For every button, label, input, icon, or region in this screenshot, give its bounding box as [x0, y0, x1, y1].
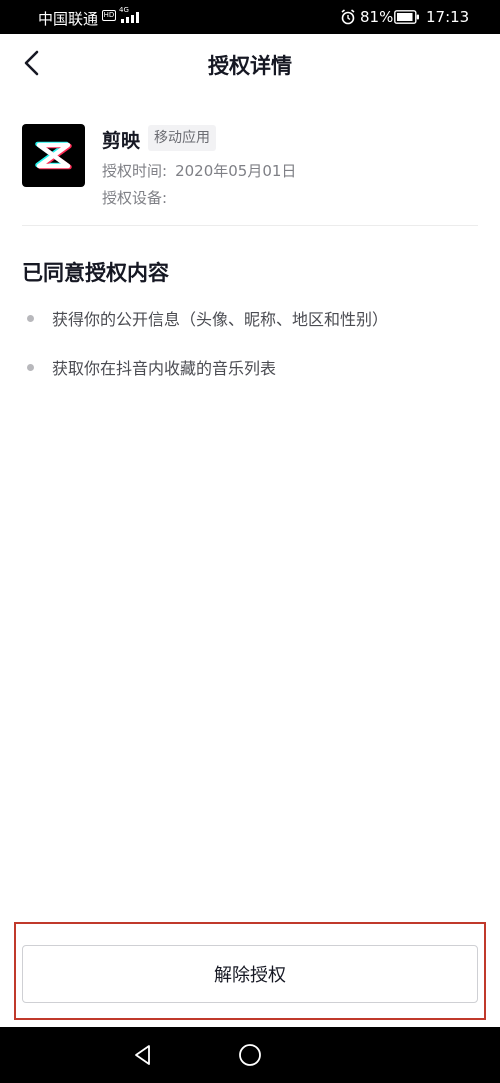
bullet-icon — [27, 315, 34, 322]
permission-text: 获得你的公开信息（头像、昵称、地区和性别） — [52, 310, 389, 329]
hd-badge: HD — [102, 10, 116, 21]
auth-device-row: 授权设备: — [102, 187, 167, 208]
revoke-authorization-button[interactable]: 解除授权 — [22, 945, 478, 1003]
alarm-icon — [341, 9, 355, 25]
bullet-icon — [27, 364, 34, 371]
circle-home-icon[interactable] — [238, 1043, 262, 1067]
auth-device-label: 授权设备: — [102, 189, 168, 207]
carrier-name: 中国联通 — [38, 10, 99, 28]
auth-time-label: 授权时间: — [102, 162, 168, 180]
auth-time-value: 2020年05月01日 — [175, 162, 297, 180]
permissions-title: 已同意授权内容 — [22, 261, 169, 285]
permission-item: 获取你在抖音内收藏的音乐列表 — [22, 355, 478, 404]
app-type-badge: 移动应用 — [148, 125, 216, 151]
nav-bar: 授权详情 — [0, 34, 500, 92]
battery-percent: 81% — [360, 8, 394, 26]
permission-list: 获得你的公开信息（头像、昵称、地区和性别） 获取你在抖音内收藏的音乐列表 — [22, 306, 478, 404]
clock: 17:13 — [426, 8, 470, 26]
app-name: 剪映 — [102, 130, 141, 152]
page-title: 授权详情 — [208, 54, 292, 78]
auth-time-row: 授权时间: 2020年05月01日 — [102, 160, 296, 181]
capcut-logo-icon — [22, 124, 85, 187]
system-nav-bar — [0, 1027, 500, 1083]
triangle-back-icon[interactable] — [131, 1043, 155, 1067]
status-bar: 中国联通 HD 4G 81% 17:13 — [0, 0, 500, 34]
permission-text: 获取你在抖音内收藏的音乐列表 — [52, 359, 277, 378]
battery-icon — [394, 10, 419, 24]
app-info-card: 剪映 移动应用 授权时间: 2020年05月01日 授权设备: — [22, 124, 478, 226]
signal-icon — [121, 11, 143, 23]
permission-item: 获得你的公开信息（头像、昵称、地区和性别） — [22, 306, 478, 355]
